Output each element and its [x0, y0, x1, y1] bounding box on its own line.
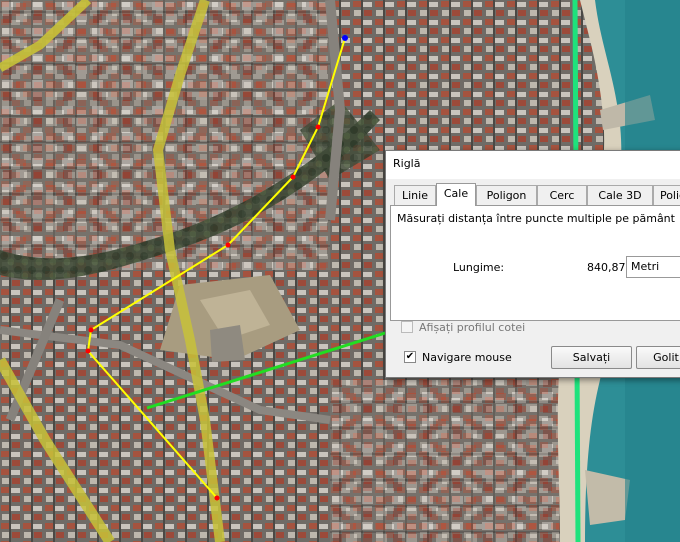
measurement-panel: Măsurați distanța între puncte multiple …	[390, 205, 680, 321]
measure-description: Măsurați distanța între puncte multiple …	[397, 212, 675, 225]
tab-line[interactable]: Linie	[394, 185, 436, 205]
mouse-nav-checkbox[interactable]: ✔	[404, 351, 416, 363]
tab-path-3d[interactable]: Cale 3D	[587, 185, 653, 205]
show-profile-checkbox[interactable]	[401, 321, 413, 333]
dialog-titlebar[interactable]: Riglă	[386, 151, 680, 179]
tab-polygon-3d[interactable]: Polig	[653, 185, 680, 205]
clear-button[interactable]: Golit	[636, 346, 680, 369]
tab-polygon[interactable]: Poligon	[476, 185, 537, 205]
ruler-dialog: Riglă Linie Cale Poligon Cerc Cale 3D Po…	[385, 150, 680, 378]
mouse-nav-label: Navigare mouse	[422, 351, 512, 364]
tab-path[interactable]: Cale	[436, 183, 476, 206]
dialog-title: Riglă	[393, 157, 421, 170]
checkmark-icon: ✔	[405, 351, 415, 362]
ruler-tabs: Linie Cale Poligon Cerc Cale 3D Polig	[390, 183, 680, 206]
tab-circle[interactable]: Cerc	[537, 185, 587, 205]
length-label: Lungime:	[453, 261, 505, 274]
show-profile-label: Afișați profilul cotei	[419, 321, 526, 334]
save-button[interactable]: Salvați	[551, 346, 632, 369]
length-value: 840,87	[587, 261, 626, 274]
units-dropdown[interactable]: Metri	[626, 256, 680, 278]
